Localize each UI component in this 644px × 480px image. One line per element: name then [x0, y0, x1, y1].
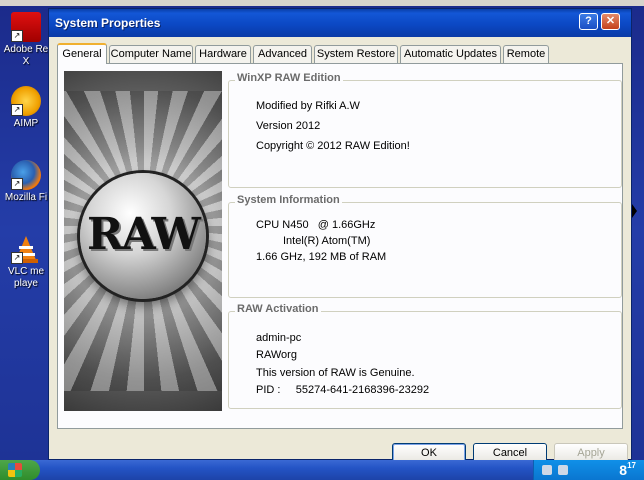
raw-logo-text: RAW [87, 209, 201, 260]
tab-computer-name[interactable]: Computer Name [109, 45, 193, 63]
title-bar[interactable]: System Properties ? ✕ [49, 9, 631, 37]
system-information-group: System Information CPU N450 @ 1.66GHz In… [228, 194, 622, 298]
product-id-text: PID : 55274-641-2168396-23292 [256, 384, 430, 396]
desktop-icon-label: AIMP [13, 118, 39, 129]
version-text: Version 2012 [256, 120, 321, 132]
windows-flag-icon [8, 463, 22, 477]
volume-icon[interactable] [542, 465, 552, 475]
help-button[interactable]: ? [579, 13, 598, 30]
activation-group: RAW Activation admin-pc RAWorg This vers… [228, 303, 622, 409]
cpu-model-text: CPU N450 @ 1.66GHz [256, 219, 376, 231]
general-tab-panel: RAW WinXP RAW Edition Modified by Rifki … [57, 63, 623, 429]
tab-system-restore[interactable]: System Restore [314, 45, 398, 63]
cpu-brand-text: Intel(R) Atom(TM) [283, 235, 371, 247]
desktop-icon-mozilla-firefox[interactable]: ↗ Mozilla Fi [0, 160, 52, 204]
close-button[interactable]: ✕ [601, 13, 620, 30]
raw-logo-image: RAW [64, 71, 222, 411]
shortcut-arrow-icon: ↗ [11, 178, 23, 190]
start-button[interactable] [0, 460, 40, 480]
mouse-cursor-icon [632, 204, 637, 218]
taskbar-clock[interactable]: 817 [619, 461, 636, 479]
desktop-icon-label: X [22, 56, 30, 67]
genuine-status-text: This version of RAW is Genuine. [256, 367, 415, 379]
clock-minute: 17 [627, 461, 636, 470]
tab-remote[interactable]: Remote [503, 45, 549, 63]
aimp-icon: ↗ [11, 86, 41, 116]
shortcut-arrow-icon: ↗ [11, 30, 23, 42]
organization-text: RAWorg [256, 349, 297, 361]
raw-logo-sphere: RAW [80, 173, 206, 299]
tab-advanced[interactable]: Advanced [253, 45, 312, 63]
edition-group-title: WinXP RAW Edition [235, 72, 343, 84]
desktop-icon-label: playe [14, 278, 38, 289]
tab-hardware[interactable]: Hardware [195, 45, 251, 63]
adobe-reader-icon: ↗ [11, 12, 41, 42]
copyright-text: Copyright © 2012 RAW Edition! [256, 140, 410, 152]
desktop-icon-aimp[interactable]: ↗ AIMP [0, 86, 52, 130]
edition-group: WinXP RAW Edition Modified by Rifki A.W … [228, 72, 622, 188]
taskbar: 817 [0, 460, 644, 480]
system-information-group-title: System Information [235, 194, 342, 206]
desktop-icon-adobe-reader[interactable]: ↗ Adobe Re X [0, 12, 52, 68]
background-window-menubar [0, 0, 644, 6]
tab-general[interactable]: General [57, 43, 107, 64]
desktop-icon-label: Adobe Re [3, 44, 49, 55]
clock-hour: 8 [619, 462, 628, 478]
system-tray: 817 [533, 460, 644, 480]
desktop-icon-vlc[interactable]: ↗ VLC me playe [0, 234, 52, 290]
safely-remove-hardware-icon[interactable] [558, 465, 568, 475]
tab-automatic-updates[interactable]: Automatic Updates [400, 45, 501, 63]
desktop-icon-label: Mozilla Fi [4, 192, 48, 203]
modified-by-text: Modified by Rifki A.W [256, 100, 360, 112]
firefox-icon: ↗ [11, 160, 41, 190]
activation-group-title: RAW Activation [235, 303, 321, 315]
system-properties-dialog: System Properties ? ✕ General Computer N… [48, 8, 632, 463]
shortcut-arrow-icon: ↗ [11, 252, 23, 264]
window-title: System Properties [55, 16, 161, 30]
vlc-cone-icon: ↗ [11, 234, 41, 264]
desktop-icon-label: VLC me [7, 266, 45, 277]
cpu-speed-ram-text: 1.66 GHz, 192 MB of RAM [256, 251, 387, 263]
computer-name-text: admin-pc [256, 332, 302, 344]
shortcut-arrow-icon: ↗ [11, 104, 23, 116]
